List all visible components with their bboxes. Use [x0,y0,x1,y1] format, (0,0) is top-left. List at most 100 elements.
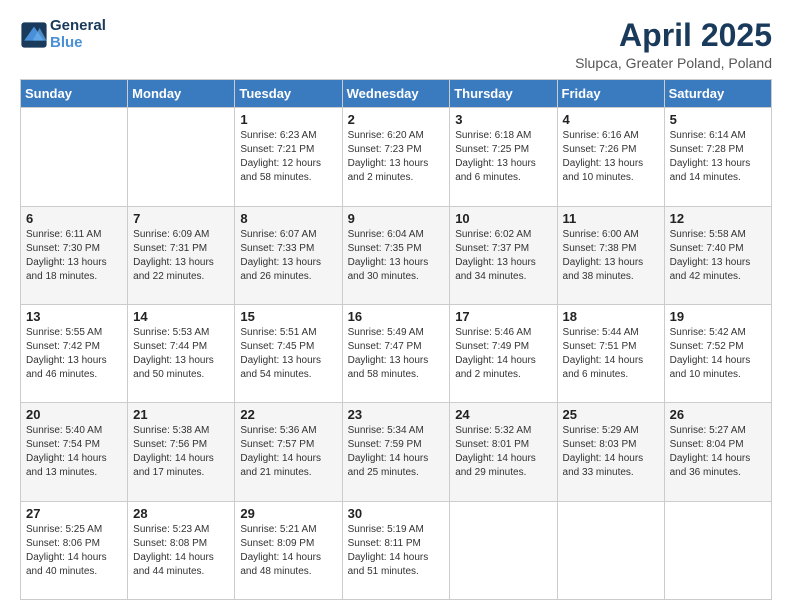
day-cell: 3 Sunrise: 6:18 AM Sunset: 7:25 PM Daylig… [450,108,557,206]
day-cell: 23 Sunrise: 5:34 AM Sunset: 7:59 PM Dayli… [342,403,450,501]
month-title: April 2025 [575,18,772,53]
day-info: Sunrise: 6:04 AM Sunset: 7:35 PM Dayligh… [348,228,445,284]
day-number: 23 [348,407,445,422]
day-info: Sunrise: 5:25 AM Sunset: 8:06 PM Dayligh… [26,523,122,579]
day-of-week-header: SundayMondayTuesdayWednesdayThursdayFrid… [21,80,772,108]
day-cell: 30 Sunrise: 5:19 AM Sunset: 8:11 PM Dayli… [342,501,450,599]
day-cell: 12 Sunrise: 5:58 AM Sunset: 7:40 PM Dayli… [664,206,771,304]
week-row-1: 1 Sunrise: 6:23 AM Sunset: 7:21 PM Daylig… [21,108,772,206]
day-cell: 22 Sunrise: 5:36 AM Sunset: 7:57 PM Dayli… [235,403,342,501]
day-number: 30 [348,506,445,521]
day-number: 25 [563,407,659,422]
title-block: April 2025 Slupca, Greater Poland, Polan… [575,18,772,71]
day-cell: 26Sunrise: 5:27 AM Sunset: 8:04 PM Dayli… [664,403,771,501]
day-cell: 21 Sunrise: 5:38 AM Sunset: 7:56 PM Dayli… [128,403,235,501]
day-cell: 4 Sunrise: 6:16 AM Sunset: 7:26 PM Daylig… [557,108,664,206]
dow-header-monday: Monday [128,80,235,108]
day-number: 11 [563,211,659,226]
day-info: Sunrise: 5:19 AM Sunset: 8:11 PM Dayligh… [348,523,445,579]
day-cell: 25 Sunrise: 5:29 AM Sunset: 8:03 PM Dayli… [557,403,664,501]
day-cell: 7 Sunrise: 6:09 AM Sunset: 7:31 PM Daylig… [128,206,235,304]
day-cell: 2 Sunrise: 6:20 AM Sunset: 7:23 PM Daylig… [342,108,450,206]
day-info: Sunrise: 5:36 AM Sunset: 7:57 PM Dayligh… [240,424,336,480]
day-cell: 5Sunrise: 6:14 AM Sunset: 7:28 PM Daylig… [664,108,771,206]
page: General Blue April 2025 Slupca, Greater … [0,0,792,612]
day-number: 27 [26,506,122,521]
day-info: Sunrise: 5:53 AM Sunset: 7:44 PM Dayligh… [133,326,229,382]
day-cell: 11 Sunrise: 6:00 AM Sunset: 7:38 PM Dayli… [557,206,664,304]
day-cell: 17 Sunrise: 5:46 AM Sunset: 7:49 PM Dayli… [450,304,557,402]
dow-header-friday: Friday [557,80,664,108]
day-cell [664,501,771,599]
day-info: Sunrise: 6:18 AM Sunset: 7:25 PM Dayligh… [455,129,551,185]
day-info: Sunrise: 5:38 AM Sunset: 7:56 PM Dayligh… [133,424,229,480]
day-number: 3 [455,112,551,127]
day-info: Sunrise: 6:00 AM Sunset: 7:38 PM Dayligh… [563,228,659,284]
day-number: 19 [670,309,766,324]
day-cell: 1 Sunrise: 6:23 AM Sunset: 7:21 PM Daylig… [235,108,342,206]
day-info: Sunrise: 5:40 AM Sunset: 7:54 PM Dayligh… [26,424,122,480]
day-number: 8 [240,211,336,226]
day-cell [21,108,128,206]
day-number: 4 [563,112,659,127]
day-number: 2 [348,112,445,127]
dow-header-thursday: Thursday [450,80,557,108]
day-number: 1 [240,112,336,127]
dow-header-sunday: Sunday [21,80,128,108]
day-info: Sunrise: 5:42 AM Sunset: 7:52 PM Dayligh… [670,326,766,382]
day-info: Sunrise: 6:09 AM Sunset: 7:31 PM Dayligh… [133,228,229,284]
day-number: 12 [670,211,766,226]
day-number: 18 [563,309,659,324]
week-row-4: 20Sunrise: 5:40 AM Sunset: 7:54 PM Dayli… [21,403,772,501]
day-cell: 8 Sunrise: 6:07 AM Sunset: 7:33 PM Daylig… [235,206,342,304]
day-cell [128,108,235,206]
day-cell: 15Sunrise: 5:51 AM Sunset: 7:45 PM Dayli… [235,304,342,402]
logo: General Blue [20,18,106,51]
day-cell: 29 Sunrise: 5:21 AM Sunset: 8:09 PM Dayli… [235,501,342,599]
dow-header-wednesday: Wednesday [342,80,450,108]
day-info: Sunrise: 6:07 AM Sunset: 7:33 PM Dayligh… [240,228,336,284]
day-cell: 27 Sunrise: 5:25 AM Sunset: 8:06 PM Dayli… [21,501,128,599]
day-number: 13 [26,309,122,324]
logo-line1: General [50,18,106,35]
day-info: Sunrise: 5:29 AM Sunset: 8:03 PM Dayligh… [563,424,659,480]
day-cell: 13 Sunrise: 5:55 AM Sunset: 7:42 PM Dayli… [21,304,128,402]
day-info: Sunrise: 5:23 AM Sunset: 8:08 PM Dayligh… [133,523,229,579]
calendar-table: SundayMondayTuesdayWednesdayThursdayFrid… [20,79,772,600]
day-info: Sunrise: 5:32 AM Sunset: 8:01 PM Dayligh… [455,424,551,480]
day-number: 26 [670,407,766,422]
day-number: 22 [240,407,336,422]
week-row-3: 13 Sunrise: 5:55 AM Sunset: 7:42 PM Dayli… [21,304,772,402]
day-cell: 24 Sunrise: 5:32 AM Sunset: 8:01 PM Dayli… [450,403,557,501]
day-info: Sunrise: 5:46 AM Sunset: 7:49 PM Dayligh… [455,326,551,382]
day-cell: 28 Sunrise: 5:23 AM Sunset: 8:08 PM Dayli… [128,501,235,599]
day-cell [557,501,664,599]
day-cell: 18Sunrise: 5:44 AM Sunset: 7:51 PM Dayli… [557,304,664,402]
day-info: Sunrise: 5:34 AM Sunset: 7:59 PM Dayligh… [348,424,445,480]
week-row-2: 6 Sunrise: 6:11 AM Sunset: 7:30 PM Daylig… [21,206,772,304]
day-info: Sunrise: 5:21 AM Sunset: 8:09 PM Dayligh… [240,523,336,579]
day-number: 6 [26,211,122,226]
day-info: Sunrise: 6:02 AM Sunset: 7:37 PM Dayligh… [455,228,551,284]
day-number: 28 [133,506,229,521]
day-cell: 16Sunrise: 5:49 AM Sunset: 7:47 PM Dayli… [342,304,450,402]
header: General Blue April 2025 Slupca, Greater … [20,18,772,71]
day-number: 21 [133,407,229,422]
day-number: 16 [348,309,445,324]
day-number: 7 [133,211,229,226]
day-info: Sunrise: 6:11 AM Sunset: 7:30 PM Dayligh… [26,228,122,284]
day-info: Sunrise: 5:55 AM Sunset: 7:42 PM Dayligh… [26,326,122,382]
day-info: Sunrise: 5:58 AM Sunset: 7:40 PM Dayligh… [670,228,766,284]
dow-header-saturday: Saturday [664,80,771,108]
day-info: Sunrise: 6:16 AM Sunset: 7:26 PM Dayligh… [563,129,659,185]
day-info: Sunrise: 6:23 AM Sunset: 7:21 PM Dayligh… [240,129,336,185]
day-number: 17 [455,309,551,324]
dow-header-tuesday: Tuesday [235,80,342,108]
day-number: 24 [455,407,551,422]
calendar-body: 1 Sunrise: 6:23 AM Sunset: 7:21 PM Daylig… [21,108,772,600]
day-info: Sunrise: 6:14 AM Sunset: 7:28 PM Dayligh… [670,129,766,185]
day-info: Sunrise: 6:20 AM Sunset: 7:23 PM Dayligh… [348,129,445,185]
day-number: 29 [240,506,336,521]
day-cell: 20Sunrise: 5:40 AM Sunset: 7:54 PM Dayli… [21,403,128,501]
day-cell [450,501,557,599]
